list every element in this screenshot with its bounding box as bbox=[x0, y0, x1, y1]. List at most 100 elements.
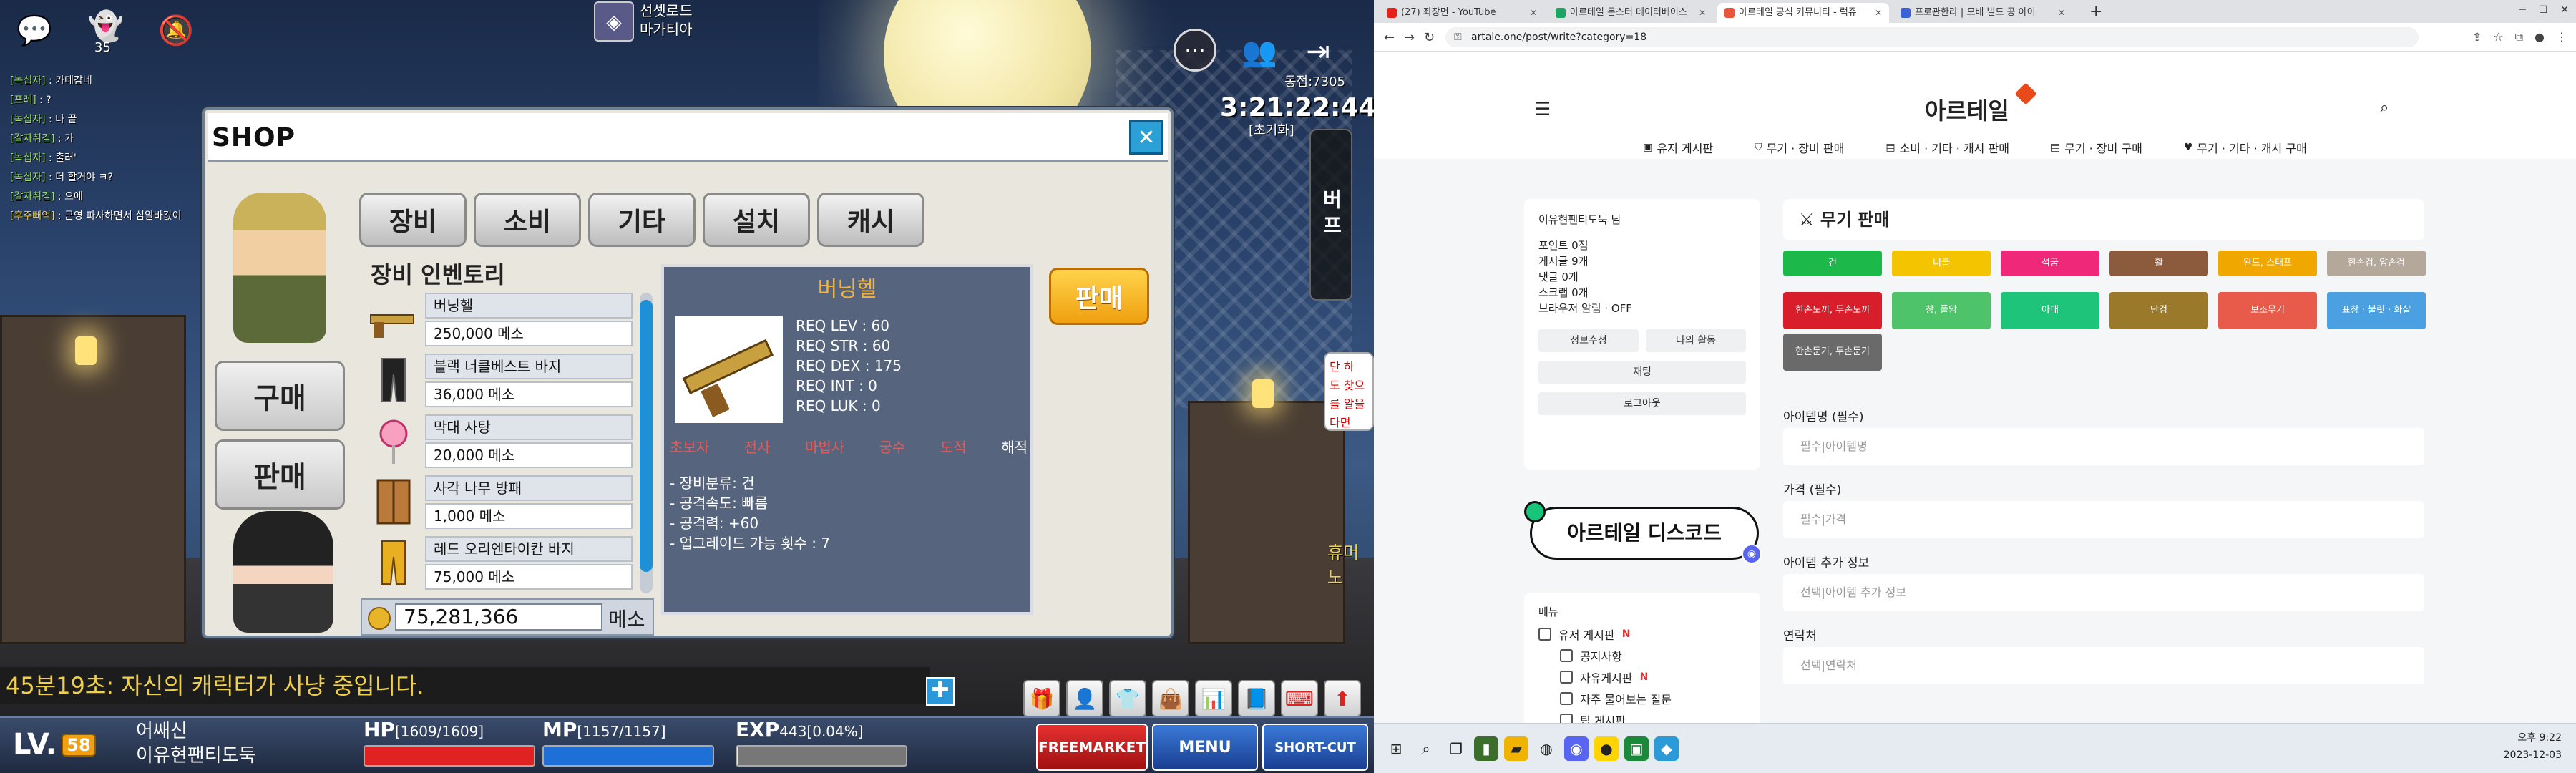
site-logo[interactable]: 아르테일 bbox=[1925, 93, 2009, 126]
reload-icon[interactable]: ↻ bbox=[1424, 30, 1435, 45]
tab-cash[interactable]: 캐시 bbox=[817, 193, 924, 247]
inventory-scrollbar[interactable] bbox=[640, 293, 653, 593]
category-button[interactable]: 표창 · 불릿 · 화살 bbox=[2327, 292, 2426, 329]
chat-bubble-icon[interactable]: 💬 bbox=[11, 7, 57, 53]
menu-item[interactable]: 팁 게시판 bbox=[1560, 711, 1633, 723]
category-button[interactable]: 완드, 스태프 bbox=[2218, 251, 2317, 276]
category-button[interactable]: 보조무기 bbox=[2218, 292, 2317, 329]
browser-tab-active[interactable]: 아르테일 공식 커뮤니티 - 럭쥬 ✕ bbox=[1717, 3, 1889, 23]
nav-weapon-sell[interactable]: ⛉ 무기 · 장비 판매 bbox=[1755, 136, 1844, 159]
url-input[interactable]: artale.one/post/write?category=18 bbox=[1445, 27, 2419, 47]
file-explorer-icon[interactable]: ▰ bbox=[1504, 736, 1528, 761]
maximize-icon[interactable]: ☐ bbox=[2539, 4, 2548, 16]
close-icon[interactable]: ✕ bbox=[1699, 3, 1706, 23]
user-notify[interactable]: 브라우저 알림 · OFF bbox=[1538, 301, 1632, 316]
app-icon[interactable]: ▮ bbox=[1474, 736, 1498, 761]
browser-tab[interactable]: 아르테일 몬스터 데이터베이스 ✕ bbox=[1548, 3, 1713, 23]
buff-button[interactable]: 버프 bbox=[1309, 129, 1352, 301]
close-window-icon[interactable]: ✕ bbox=[2560, 4, 2569, 16]
category-button[interactable]: 한손둔기, 두손둔기 bbox=[1783, 334, 1882, 371]
close-icon[interactable]: ✕ bbox=[1129, 120, 1163, 155]
close-icon[interactable]: ✕ bbox=[2058, 3, 2065, 23]
logout-button[interactable]: 로그아웃 bbox=[1538, 392, 1746, 415]
share-icon[interactable]: ⇪ bbox=[2472, 30, 2482, 44]
equip-icon[interactable]: 👕 bbox=[1109, 680, 1146, 717]
menu-button[interactable]: MENU bbox=[1152, 724, 1258, 771]
forward-icon[interactable]: → bbox=[1404, 30, 1415, 45]
character-icon[interactable]: 👤 bbox=[1066, 680, 1103, 717]
tab-etc[interactable]: 기타 bbox=[588, 193, 696, 247]
list-item[interactable]: 블랙 너클베스트 바지 36,000 메소 bbox=[365, 350, 637, 411]
plus-icon[interactable]: ✚ bbox=[926, 677, 955, 706]
buy-button[interactable]: 구매 bbox=[215, 361, 345, 431]
tab-use[interactable]: 소비 bbox=[474, 193, 581, 247]
tab-equip[interactable]: 장비 bbox=[359, 193, 467, 247]
discord-icon[interactable]: ◉ bbox=[1564, 736, 1589, 761]
stats-icon[interactable]: 📊 bbox=[1195, 680, 1232, 717]
list-item[interactable]: 버닝헬 250,000 메소 bbox=[365, 289, 637, 350]
system-tray[interactable]: 오후 9:22 2023-12-03 bbox=[2504, 729, 2562, 764]
close-icon[interactable]: ✕ bbox=[1530, 3, 1537, 23]
game-icon[interactable]: ◆ bbox=[1654, 736, 1679, 761]
category-button[interactable]: 창, 폴암 bbox=[1892, 292, 1991, 329]
category-button[interactable]: 활 bbox=[2109, 251, 2208, 276]
inventory-icon[interactable]: 👜 bbox=[1152, 680, 1189, 717]
sell-side-button[interactable]: 판매 bbox=[215, 439, 345, 510]
app-icon[interactable]: ▣ bbox=[1624, 736, 1649, 761]
chrome-icon[interactable]: ◍ bbox=[1534, 736, 1558, 761]
category-button[interactable]: 너클 bbox=[1892, 251, 1991, 276]
nav-consume-buy[interactable]: ♥ 무기 · 기타 · 캐시 구매 bbox=[2184, 136, 2307, 159]
form-input[interactable]: 선택|연락처 bbox=[1783, 647, 2424, 684]
search-icon[interactable]: ⌕ bbox=[1414, 736, 1438, 761]
close-icon[interactable]: ✕ bbox=[1875, 3, 1882, 23]
kebab-menu-icon[interactable]: ⋮ bbox=[2556, 30, 2567, 44]
menu-item[interactable]: 유저 게시판 N bbox=[1538, 626, 1630, 643]
hamburger-icon[interactable]: ☰ bbox=[1534, 99, 1551, 120]
menu-item[interactable]: 공지사항 bbox=[1560, 647, 1629, 664]
shortcut-button[interactable]: SHORT-CUT bbox=[1262, 724, 1368, 771]
nav-user-board[interactable]: ▣ 유저 게시판 bbox=[1643, 136, 1713, 159]
back-icon[interactable]: ← bbox=[1384, 30, 1395, 45]
browser-tab[interactable]: 프로관한라 | 모배 빌드 공 아이 ✕ bbox=[1893, 3, 2072, 23]
tab-setup[interactable]: 설치 bbox=[703, 193, 810, 247]
up-arrow-icon[interactable]: ⬆ bbox=[1324, 680, 1361, 717]
category-button[interactable]: 석궁 bbox=[2001, 251, 2099, 276]
search-icon[interactable]: ⌕ bbox=[2380, 99, 2389, 117]
scrollbar-thumb[interactable] bbox=[640, 300, 653, 572]
form-input[interactable]: 필수|가격 bbox=[1783, 501, 2424, 538]
form-input[interactable]: 선택|아이템 추가 정보 bbox=[1783, 574, 2424, 611]
windows-start-icon[interactable]: ⊞ bbox=[1384, 736, 1408, 761]
menu-item[interactable]: 자유게시판 N bbox=[1560, 669, 1648, 686]
category-button[interactable]: 한손도끼, 두손도끼 bbox=[1783, 292, 1882, 329]
bookmark-icon[interactable]: ☆ bbox=[2493, 30, 2503, 44]
list-item[interactable]: 사각 나무 방패 1,000 메소 bbox=[365, 472, 637, 533]
extensions-icon[interactable]: ⧉ bbox=[2515, 30, 2523, 44]
category-button[interactable]: 단검 bbox=[2109, 292, 2208, 329]
party-icon[interactable]: 👥 bbox=[1236, 29, 1282, 74]
new-tab-icon[interactable]: + bbox=[2089, 3, 2102, 21]
freemarket-button[interactable]: FREEMARKET bbox=[1036, 724, 1148, 771]
list-item[interactable]: 레드 오리엔타이칸 바지 75,000 메소 bbox=[365, 533, 637, 593]
kakaotalk-icon[interactable]: ● bbox=[1594, 736, 1619, 761]
key-config-icon[interactable]: ⌨ bbox=[1281, 680, 1318, 717]
nav-weapon-buy[interactable]: ▤ 무기 · 장비 구매 bbox=[2051, 136, 2142, 159]
task-view-icon[interactable]: ❐ bbox=[1444, 736, 1468, 761]
skill-icon[interactable]: 📘 bbox=[1238, 680, 1275, 717]
nav-consume-sell[interactable]: ▤ 소비 · 기타 · 캐시 판매 bbox=[1885, 136, 2009, 159]
sell-button[interactable]: 판매 bbox=[1049, 268, 1149, 325]
more-icon[interactable]: ⋯ bbox=[1174, 29, 1216, 72]
minimize-icon[interactable]: ─ bbox=[2519, 4, 2525, 16]
list-item[interactable]: 막대 사탕 20,000 메소 bbox=[365, 411, 637, 472]
discord-banner[interactable]: 아르테일 디스코드 bbox=[1530, 507, 1759, 560]
category-button[interactable]: 건 bbox=[1783, 251, 1882, 276]
category-button[interactable]: 한손검, 양손검 bbox=[2327, 251, 2426, 276]
cash-shop-icon[interactable]: 🎁 bbox=[1023, 680, 1060, 717]
form-input[interactable]: 필수|아이템명 bbox=[1783, 428, 2424, 465]
menu-item[interactable]: 자주 물어보는 질문 bbox=[1560, 690, 1679, 707]
exit-icon[interactable]: ⇥ bbox=[1295, 29, 1341, 74]
profile-icon[interactable]: ● bbox=[2534, 30, 2545, 44]
mute-icon[interactable]: 🔕 bbox=[153, 7, 199, 53]
my-activity-button[interactable]: 나의 활동 bbox=[1646, 329, 1746, 352]
edit-profile-button[interactable]: 정보수정 bbox=[1538, 329, 1639, 352]
recharge-button[interactable]: 재팅 bbox=[1538, 361, 1746, 384]
